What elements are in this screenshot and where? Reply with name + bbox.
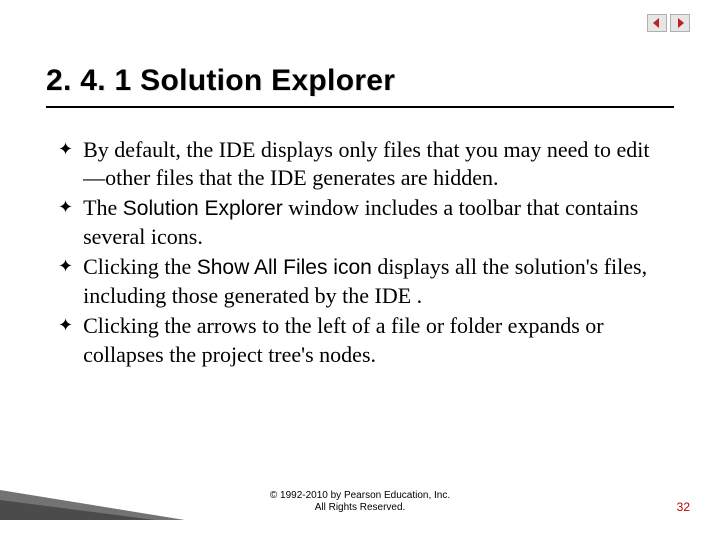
list-item: ✦ Clicking the arrows to the left of a f… <box>58 312 662 368</box>
bullet-list: ✦ By default, the IDE displays only file… <box>58 136 662 371</box>
bullet-icon: ✦ <box>58 315 73 336</box>
bullet-text: Clicking the Show All Files icon display… <box>83 253 662 310</box>
inline-term: Solution Explorer <box>123 197 283 220</box>
bullet-text: The Solution Explorer window includes a … <box>83 194 662 251</box>
copyright-line-2: All Rights Reserved. <box>0 502 720 514</box>
bullet-text: By default, the IDE displays only files … <box>83 136 662 192</box>
slide-title: 2. 4. 1 Solution Explorer <box>46 64 674 108</box>
next-button[interactable] <box>670 14 690 32</box>
page-number: 32 <box>677 500 690 514</box>
prev-button[interactable] <box>647 14 667 32</box>
bullet-icon: ✦ <box>58 139 73 160</box>
bullet-icon: ✦ <box>58 256 73 277</box>
nav-arrows-group <box>647 14 690 32</box>
bullet-icon: ✦ <box>58 197 73 218</box>
inline-term: Show All Files icon <box>197 256 372 279</box>
slide-title-text: 2. 4. 1 Solution Explorer <box>46 64 674 98</box>
list-item: ✦ By default, the IDE displays only file… <box>58 136 662 192</box>
copyright-line-1: © 1992-2010 by Pearson Education, Inc. <box>0 490 720 502</box>
bullet-text: Clicking the arrows to the left of a fil… <box>83 312 662 368</box>
list-item: ✦ The Solution Explorer window includes … <box>58 194 662 251</box>
arrow-right-icon <box>674 17 686 29</box>
list-item: ✦ Clicking the Show All Files icon displ… <box>58 253 662 310</box>
copyright-footer: © 1992-2010 by Pearson Education, Inc. A… <box>0 490 720 514</box>
arrow-left-icon <box>651 17 663 29</box>
